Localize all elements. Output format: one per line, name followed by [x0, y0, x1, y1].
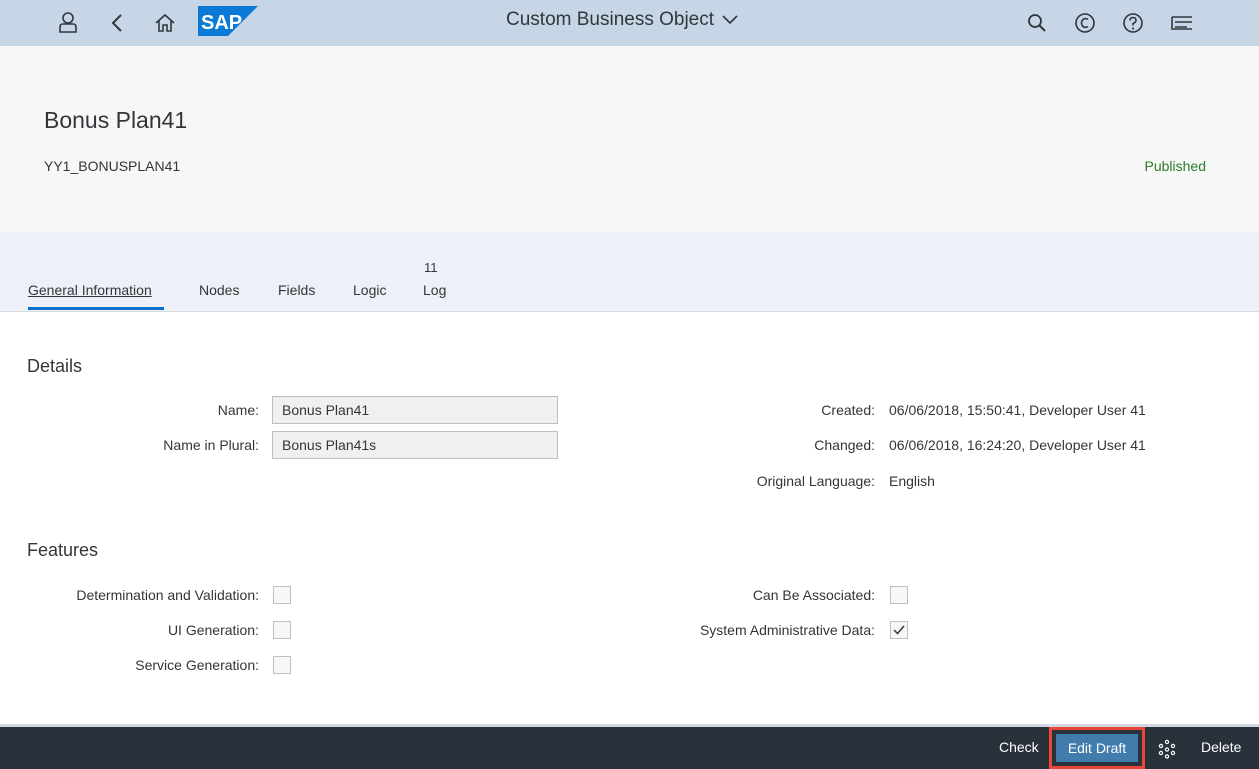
determination-validation-checkbox[interactable]: [273, 586, 291, 604]
changed-value: 06/06/2018, 16:24:20, Developer User 41: [889, 437, 1146, 453]
sap-logo-text: SAP: [201, 12, 242, 34]
can-be-associated-label: Can Be Associated:: [752, 587, 875, 603]
details-heading: Details: [27, 356, 83, 376]
features-heading: Features: [27, 540, 99, 560]
notifications-icon[interactable]: [1166, 7, 1198, 39]
tab-log[interactable]: Log: [423, 282, 446, 298]
back-icon[interactable]: [101, 7, 133, 39]
original-language-label: Original Language:: [756, 473, 875, 489]
object-header: Bonus Plan41 YY1_BONUSPLAN41 Published: [0, 46, 1259, 232]
determination-validation-label: Determination and Validation:: [76, 587, 259, 603]
changed-label: Changed:: [814, 437, 875, 453]
chevron-down-icon: [722, 15, 738, 25]
user-icon[interactable]: [52, 7, 84, 39]
sap-logo[interactable]: SAP: [198, 6, 258, 36]
shell-bar: SAP Custom Business Object: [0, 0, 1259, 46]
delete-button[interactable]: Delete: [1201, 739, 1241, 755]
tab-bar: General Information Nodes Fields Logic 1…: [0, 232, 1259, 312]
help-icon[interactable]: [1117, 7, 1149, 39]
edit-draft-button[interactable]: Edit Draft: [1056, 734, 1138, 762]
network-icon[interactable]: [1157, 739, 1177, 759]
tab-general-information[interactable]: General Information: [28, 282, 152, 298]
ui-generation-label: UI Generation:: [167, 622, 259, 638]
service-generation-label: Service Generation:: [135, 657, 259, 673]
name-in-plural-label: Name in Plural:: [163, 437, 259, 453]
created-value: 06/06/2018, 15:50:41, Developer User 41: [889, 402, 1146, 418]
tab-fields[interactable]: Fields: [278, 282, 315, 298]
log-count-badge: 11: [424, 260, 438, 275]
name-in-plural-field[interactable]: Bonus Plan41s: [272, 431, 558, 459]
service-generation-checkbox[interactable]: [273, 656, 291, 674]
can-be-associated-checkbox[interactable]: [890, 586, 908, 604]
checkmark-icon: [893, 625, 905, 635]
object-id: YY1_BONUSPLAN41: [44, 158, 181, 174]
name-label: Name:: [217, 402, 259, 418]
tab-nodes[interactable]: Nodes: [199, 282, 239, 298]
app-title-menu[interactable]: Custom Business Object: [506, 8, 738, 32]
system-administrative-data-checkbox[interactable]: [890, 621, 908, 639]
check-button[interactable]: Check: [999, 739, 1039, 755]
tab-general-information-label: General Information: [28, 282, 152, 298]
original-language-value: English: [889, 473, 935, 489]
created-label: Created:: [821, 402, 875, 418]
tab-logic[interactable]: Logic: [353, 282, 386, 298]
home-icon[interactable]: [149, 7, 181, 39]
search-icon[interactable]: [1021, 7, 1053, 39]
edit-draft-highlight: Edit Draft: [1049, 727, 1145, 769]
status-badge: Published: [1144, 158, 1207, 174]
copilot-icon[interactable]: [1069, 7, 1101, 39]
active-tab-indicator: [28, 307, 164, 310]
system-administrative-data-label: System Administrative Data:: [699, 622, 875, 638]
object-title: Bonus Plan41: [44, 107, 188, 133]
name-field[interactable]: Bonus Plan41: [272, 396, 558, 424]
footer-toolbar: Check Edit Draft Delete: [0, 724, 1259, 769]
ui-generation-checkbox[interactable]: [273, 621, 291, 639]
app-title: Custom Business Object: [506, 9, 715, 30]
